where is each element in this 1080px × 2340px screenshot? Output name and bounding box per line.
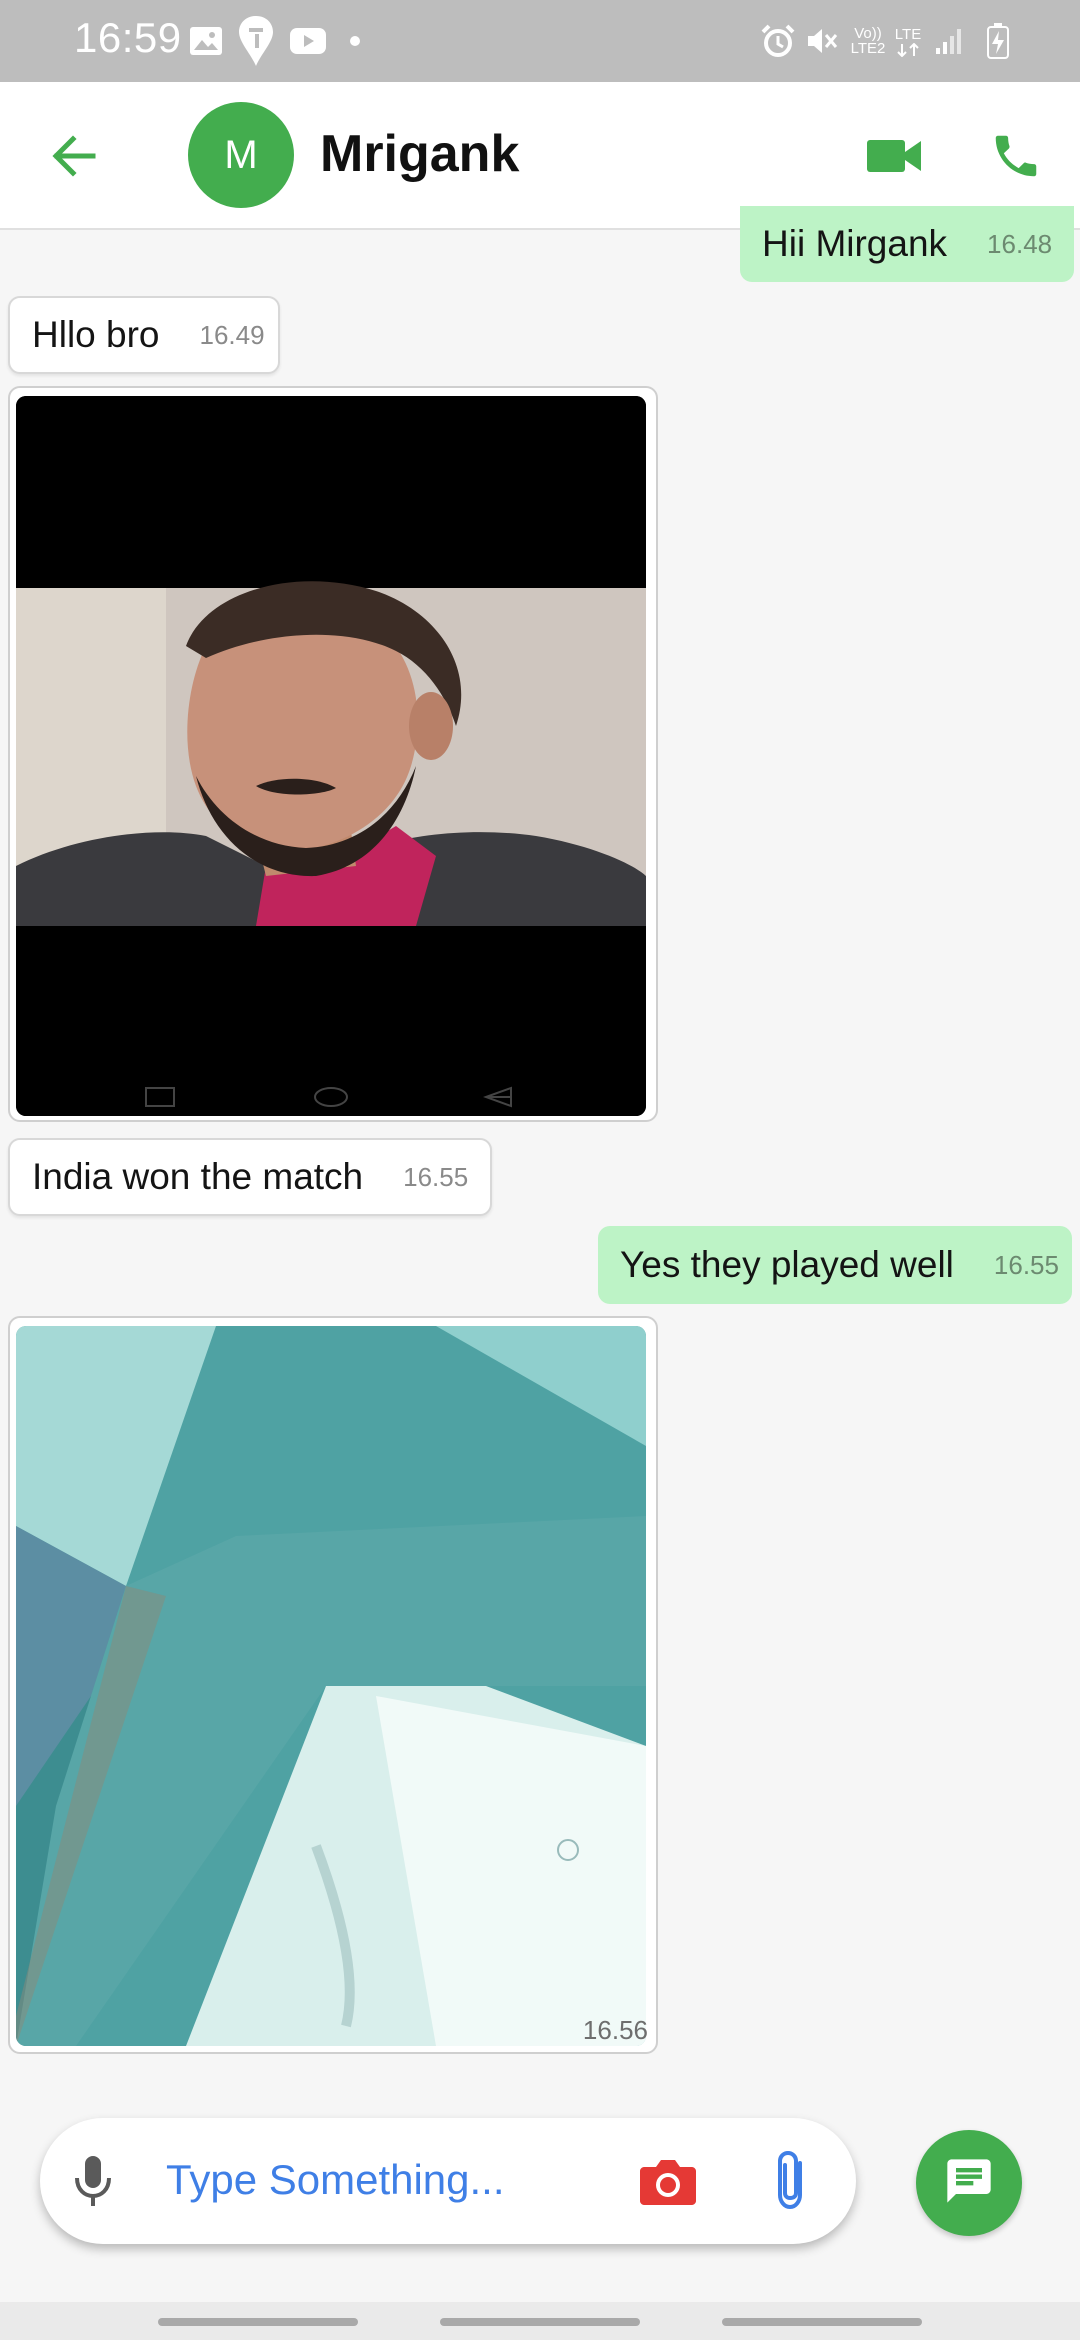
message-bubble-incoming[interactable]: India won the match 16.55 xyxy=(8,1138,492,1216)
message-input-bar: Type Something... xyxy=(40,2118,856,2244)
camera-icon[interactable] xyxy=(630,2146,706,2216)
lte-icon: LTE xyxy=(890,0,926,82)
mic-icon[interactable] xyxy=(58,2146,128,2216)
nav-recents-pill[interactable] xyxy=(158,2318,358,2326)
mute-icon xyxy=(802,0,842,82)
photo-wall-image[interactable] xyxy=(16,1326,646,2046)
message-icon xyxy=(943,2155,995,2212)
message-time: 16.48 xyxy=(987,228,1053,259)
back-arrow-icon[interactable] xyxy=(40,118,108,194)
system-nav-bar xyxy=(0,2302,1080,2340)
image-message[interactable] xyxy=(8,386,658,1122)
message-bubble-outgoing[interactable]: Hii Mirgank 16.48 xyxy=(740,206,1074,282)
message-text: Yes they played well xyxy=(620,1244,954,1285)
phone-icon[interactable] xyxy=(980,122,1052,190)
avatar-initial: M xyxy=(224,132,258,177)
image-message[interactable]: 16.56 xyxy=(8,1316,658,2054)
contact-name[interactable]: Mrigank xyxy=(320,124,519,184)
battery-charging-icon xyxy=(984,0,1012,82)
message-text: India won the match xyxy=(32,1156,364,1197)
dot-icon xyxy=(346,0,364,82)
avatar[interactable]: M xyxy=(188,102,294,208)
photo-portrait-image[interactable] xyxy=(16,396,646,1116)
gallery-icon xyxy=(186,0,226,82)
message-text: Hllo bro xyxy=(32,314,160,355)
status-time: 16:59 xyxy=(74,14,182,61)
youtube-icon xyxy=(288,0,328,82)
nav-home-pill[interactable] xyxy=(440,2318,640,2326)
nav-back-pill[interactable] xyxy=(722,2318,922,2326)
message-time: 16.55 xyxy=(993,1249,1059,1280)
attach-icon[interactable] xyxy=(758,2142,822,2220)
message-time: 16.56 xyxy=(582,2015,648,2045)
signal-icon xyxy=(932,0,966,82)
message-time: 16.49 xyxy=(199,319,265,350)
message-text: Hii Mirgank xyxy=(762,223,948,264)
video-call-icon[interactable] xyxy=(858,126,930,186)
status-bar: 16:59 Vo)) LTE2 LTE xyxy=(0,0,1080,82)
message-bubble-incoming[interactable]: Hllo bro 16.49 xyxy=(8,296,280,374)
send-message-button[interactable] xyxy=(916,2130,1022,2236)
message-bubble-outgoing[interactable]: Yes they played well 16.55 xyxy=(598,1226,1072,1304)
volte-icon: Vo)) LTE2 xyxy=(850,25,886,57)
swiggy-icon xyxy=(234,0,278,82)
alarm-icon xyxy=(758,0,798,82)
message-input[interactable]: Type Something... xyxy=(166,2156,505,2204)
message-time: 16.55 xyxy=(403,1161,469,1192)
